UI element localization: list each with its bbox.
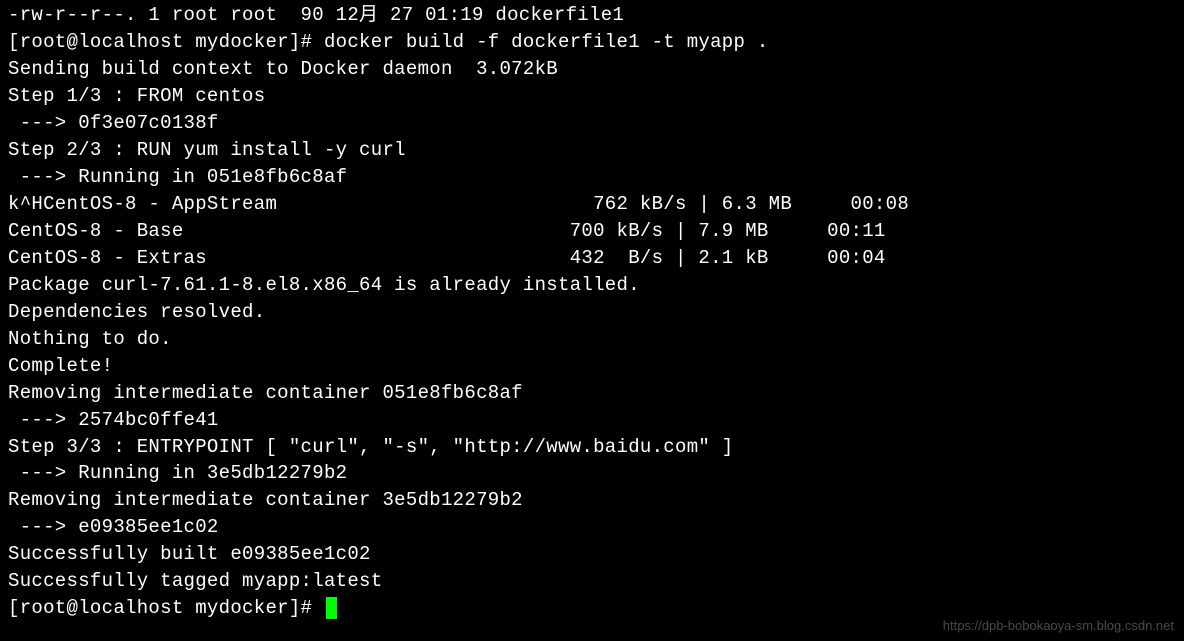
output-line: Successfully built e09385ee1c02 xyxy=(8,541,1176,568)
output-line: Step 3/3 : ENTRYPOINT [ "curl", "-s", "h… xyxy=(8,434,1176,461)
output-line: Step 1/3 : FROM centos xyxy=(8,83,1176,110)
output-line: ---> 0f3e07c0138f xyxy=(8,110,1176,137)
output-line: Successfully tagged myapp:latest xyxy=(8,568,1176,595)
output-line: ---> Running in 3e5db12279b2 xyxy=(8,460,1176,487)
output-line: Dependencies resolved. xyxy=(8,299,1176,326)
output-line: Nothing to do. xyxy=(8,326,1176,353)
output-line: k^HCentOS-8 - AppStream 762 kB/s | 6.3 M… xyxy=(8,191,1176,218)
output-line: ---> 2574bc0ffe41 xyxy=(8,407,1176,434)
output-line: ---> Running in 051e8fb6c8af xyxy=(8,164,1176,191)
output-line: Sending build context to Docker daemon 3… xyxy=(8,56,1176,83)
output-line: -rw-r--r--. 1 root root 90 12月 27 01:19 … xyxy=(8,2,1176,29)
output-line: Package curl-7.61.1-8.el8.x86_64 is alre… xyxy=(8,272,1176,299)
cursor-icon xyxy=(326,597,337,619)
watermark-text: https://dpb-bobokaoya-sm.blog.csdn.net xyxy=(943,617,1174,635)
output-line: Step 2/3 : RUN yum install -y curl xyxy=(8,137,1176,164)
output-line: Removing intermediate container 3e5db122… xyxy=(8,487,1176,514)
prompt-text: [root@localhost mydocker]# xyxy=(8,597,324,619)
prompt-line: [root@localhost mydocker]# docker build … xyxy=(8,29,1176,56)
output-line: Removing intermediate container 051e8fb6… xyxy=(8,380,1176,407)
terminal-output[interactable]: -rw-r--r--. 1 root root 90 12月 27 01:19 … xyxy=(8,2,1176,622)
output-line: CentOS-8 - Base 700 kB/s | 7.9 MB 00:11 xyxy=(8,218,1176,245)
output-line: Complete! xyxy=(8,353,1176,380)
output-line: CentOS-8 - Extras 432 B/s | 2.1 kB 00:04 xyxy=(8,245,1176,272)
output-line: ---> e09385ee1c02 xyxy=(8,514,1176,541)
